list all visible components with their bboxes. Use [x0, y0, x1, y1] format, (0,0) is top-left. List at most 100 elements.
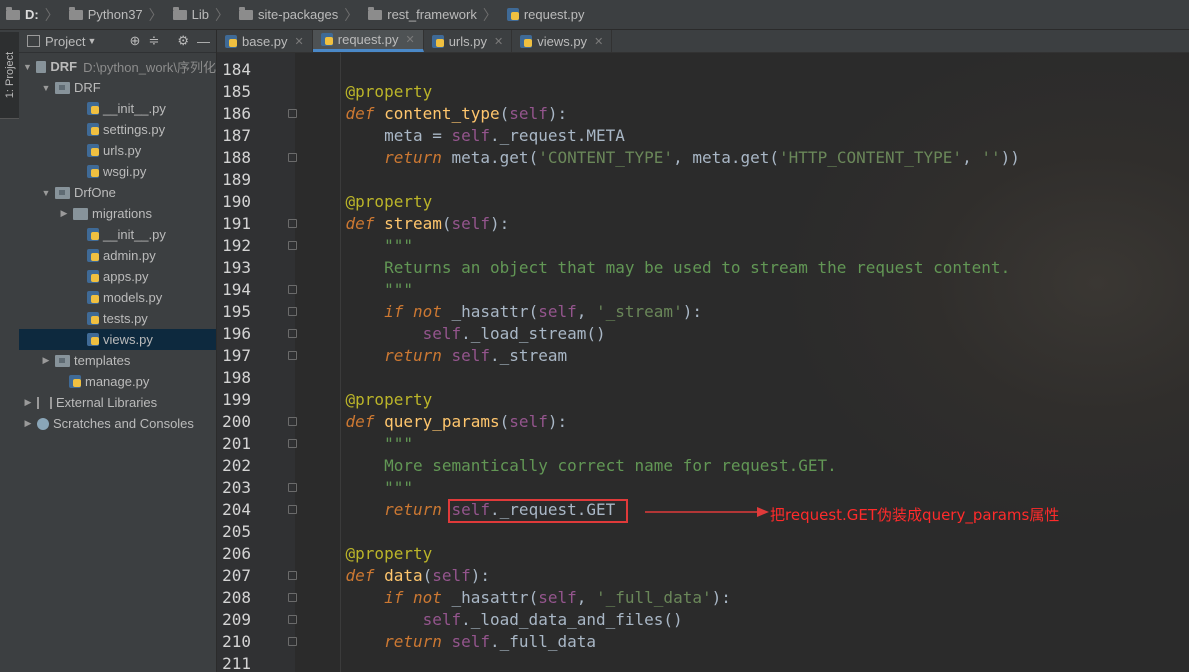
fold-icon[interactable] [288, 505, 297, 514]
python-file-icon [87, 291, 99, 304]
editor-tabs: base.py ✕ request.py ✕ urls.py ✕ views.py ✕ [217, 30, 1189, 53]
minimize-icon[interactable]: — [197, 34, 210, 49]
breadcrumb-label: D: [25, 7, 39, 22]
line-number: 185 [222, 82, 251, 101]
breadcrumb-item[interactable]: Python37 〉 [68, 5, 169, 25]
collapse-all-icon[interactable]: ≑ [148, 33, 159, 49]
line-number: 208 [222, 588, 251, 607]
tree-item[interactable]: ▶ Scratches and Consoles [19, 413, 216, 434]
highlight-box [448, 499, 628, 523]
code-line: 202 More semantically correct name for r… [217, 455, 1189, 477]
tree-item[interactable]: wsgi.py [19, 161, 216, 182]
breadcrumb-label: Python37 [87, 7, 143, 22]
python-file-icon [87, 144, 99, 157]
tree-item[interactable]: ▼ DRF [19, 77, 216, 98]
chevron-right-icon[interactable]: ▶ [23, 418, 33, 429]
chevron-right-icon[interactable]: ▶ [23, 397, 33, 408]
tree-item[interactable]: views.py [19, 329, 216, 350]
project-tree: ▼ DRF D:\python_work\序列化 ▼ DRF __init__.py set… [19, 53, 216, 434]
fold-icon[interactable] [288, 351, 297, 360]
tab-views-py[interactable]: views.py ✕ [512, 30, 613, 52]
tree-item-label: admin.py [103, 248, 156, 263]
fold-icon[interactable] [288, 329, 297, 338]
fold-icon[interactable] [288, 285, 297, 294]
fold-icon[interactable] [288, 219, 297, 228]
fold-icon[interactable] [288, 593, 297, 602]
code-editor[interactable]: 184 185 @property 186 def content_type(sel… [217, 53, 1189, 672]
close-icon[interactable]: ✕ [405, 33, 414, 46]
fold-icon[interactable] [288, 153, 297, 162]
tree-item[interactable]: ▼ DrfOne [19, 182, 216, 203]
folder-icon [6, 6, 20, 20]
fold-icon[interactable] [288, 571, 297, 580]
breadcrumb-item[interactable]: D: 〉 [6, 5, 65, 25]
tree-item-label: Scratches and Consoles [53, 416, 194, 431]
line-number: 195 [222, 302, 251, 321]
tab-urls-py[interactable]: urls.py ✕ [424, 30, 513, 52]
tree-item-label: tests.py [103, 311, 148, 326]
line-number: 198 [222, 368, 251, 387]
tree-item[interactable]: ▼ DRF D:\python_work\序列化 [19, 56, 216, 77]
line-number: 193 [222, 258, 251, 277]
line-number: 199 [222, 390, 251, 409]
chevron-down-icon[interactable]: ▼ [41, 188, 51, 198]
tree-item[interactable]: ▶ templates [19, 350, 216, 371]
project-tool-tab[interactable]: 1: Project [0, 32, 19, 119]
tree-item[interactable]: manage.py [19, 371, 216, 392]
code-text: """ [307, 478, 413, 497]
crosshair-icon[interactable]: ⊕ [130, 33, 141, 49]
code-line: 191 def stream(self): [217, 213, 1189, 235]
folder-icon [55, 354, 70, 367]
line-number: 206 [222, 544, 251, 563]
close-icon[interactable]: ✕ [295, 35, 304, 48]
tree-item[interactable]: tests.py [19, 308, 216, 329]
tree-item[interactable]: ▶ External Libraries [19, 392, 216, 413]
fold-icon[interactable] [288, 483, 297, 492]
project-view-selector[interactable]: Project [45, 34, 85, 49]
breadcrumb-item[interactable]: site-packages 〉 [239, 5, 364, 25]
tree-item[interactable]: apps.py [19, 266, 216, 287]
line-number: 196 [222, 324, 251, 343]
chevron-right-icon: 〉 [344, 6, 359, 23]
code-text: @property [307, 544, 433, 563]
tree-item[interactable]: admin.py [19, 245, 216, 266]
tree-item[interactable]: __init__.py [19, 98, 216, 119]
code-line: 194 """ [217, 279, 1189, 301]
fold-icon[interactable] [288, 307, 297, 316]
code-text: """ [307, 280, 413, 299]
code-line: 210 return self._full_data [217, 631, 1189, 653]
tab-base-py[interactable]: base.py ✕ [217, 30, 313, 52]
close-icon[interactable]: ✕ [494, 35, 503, 48]
chevron-right-icon[interactable]: ▶ [59, 208, 69, 219]
line-number: 200 [222, 412, 251, 431]
fold-icon[interactable] [288, 241, 297, 250]
chevron-down-icon[interactable]: ▼ [87, 36, 96, 46]
tree-item[interactable]: models.py [19, 287, 216, 308]
folder-icon [172, 6, 187, 20]
close-icon[interactable]: ✕ [594, 35, 603, 48]
fold-icon[interactable] [288, 615, 297, 624]
fold-icon[interactable] [288, 109, 297, 118]
tree-item-label: DRF [50, 59, 78, 74]
fold-icon[interactable] [288, 637, 297, 646]
line-number: 201 [222, 434, 251, 453]
project-tool-tab-label: 1: Project [3, 51, 16, 99]
fold-icon[interactable] [288, 439, 297, 448]
breadcrumb-item[interactable]: request.py [506, 7, 585, 22]
code-text: Returns an object that may be used to st… [307, 258, 1011, 277]
tree-item[interactable]: urls.py [19, 140, 216, 161]
gear-icon[interactable]: ⚙ [177, 33, 189, 49]
chevron-down-icon[interactable]: ▼ [41, 83, 51, 93]
chevron-down-icon[interactable]: ▼ [23, 62, 32, 72]
tree-item[interactable]: ▶ migrations [19, 203, 216, 224]
line-number: 207 [222, 566, 251, 585]
breadcrumb-item[interactable]: rest_framework 〉 [368, 5, 503, 25]
breadcrumb-item[interactable]: Lib 〉 [172, 5, 235, 25]
tree-item[interactable]: __init__.py [19, 224, 216, 245]
chevron-right-icon[interactable]: ▶ [41, 355, 51, 366]
tab-request-py[interactable]: request.py ✕ [312, 30, 424, 52]
code-text: return self._full_data [307, 632, 596, 651]
code-line: 193 Returns an object that may be used t… [217, 257, 1189, 279]
fold-icon[interactable] [288, 417, 297, 426]
tree-item[interactable]: settings.py [19, 119, 216, 140]
